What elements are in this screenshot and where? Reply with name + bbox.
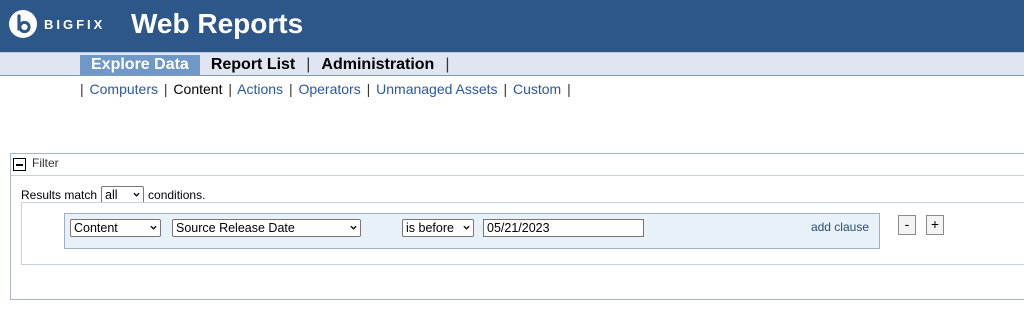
object-select-value: Content bbox=[74, 221, 118, 235]
add-clause-link[interactable]: add clause bbox=[811, 220, 869, 234]
subnav-custom[interactable]: Custom bbox=[513, 81, 561, 97]
logo-text: BIGFIX bbox=[44, 17, 106, 32]
subnav-content: Content bbox=[173, 81, 223, 97]
object-select[interactable]: Content bbox=[70, 219, 161, 237]
bigfix-logo-icon bbox=[9, 10, 37, 38]
menu-administration[interactable]: Administration bbox=[310, 55, 445, 75]
subnav-separator: | bbox=[366, 81, 371, 97]
property-select-value: Source Release Date bbox=[176, 221, 295, 235]
operator-select-value: is before bbox=[406, 221, 454, 235]
filter-panel: Filter Results match all conditions. Con… bbox=[10, 153, 1024, 300]
menu-explore-data[interactable]: Explore Data bbox=[80, 55, 200, 75]
date-value-text: 05/21/2023 bbox=[487, 221, 550, 235]
subnav-actions[interactable]: Actions bbox=[237, 81, 283, 97]
main-menu: Explore Data Report List | Administratio… bbox=[80, 55, 449, 75]
operator-select[interactable]: is before bbox=[402, 219, 474, 237]
app-header: BIGFIX Web Reports bbox=[0, 0, 1024, 52]
menu-separator: | bbox=[445, 56, 450, 73]
subnav-separator: | bbox=[163, 81, 168, 97]
conditions-box: Content Source Release Date is before 05… bbox=[21, 202, 1024, 265]
subnav-separator: | bbox=[80, 81, 84, 97]
collapse-icon[interactable] bbox=[13, 158, 26, 171]
app-title: Web Reports bbox=[131, 8, 304, 39]
menu-report-list[interactable]: Report List bbox=[200, 55, 306, 75]
conditions-label: conditions. bbox=[148, 188, 206, 202]
subnav-separator: | bbox=[567, 81, 571, 97]
add-clause-button[interactable]: + bbox=[926, 215, 944, 235]
filter-clause-row: Content Source Release Date is before 05… bbox=[64, 213, 880, 249]
main-menu-bar: Explore Data Report List | Administratio… bbox=[0, 52, 1024, 76]
date-value-input[interactable]: 05/21/2023 bbox=[483, 219, 644, 237]
chevron-down-icon bbox=[350, 225, 357, 230]
sub-navigation: | Computers | Content | Actions | Operat… bbox=[78, 80, 573, 98]
remove-clause-button[interactable]: - bbox=[898, 215, 916, 235]
property-select[interactable]: Source Release Date bbox=[172, 219, 361, 237]
subnav-separator: | bbox=[288, 81, 293, 97]
filter-title: Filter bbox=[32, 156, 59, 170]
chevron-down-icon bbox=[463, 225, 470, 230]
results-match-label: Results match bbox=[21, 188, 98, 202]
subnav-separator: | bbox=[228, 81, 232, 97]
filter-header: Filter bbox=[11, 154, 1024, 176]
chevron-down-icon bbox=[133, 192, 140, 197]
subnav-computers[interactable]: Computers bbox=[90, 81, 158, 97]
match-mode-value: all bbox=[105, 188, 118, 202]
chevron-down-icon bbox=[150, 225, 157, 230]
subnav-unmanaged-assets[interactable]: Unmanaged Assets bbox=[376, 81, 497, 97]
subnav-separator: | bbox=[503, 81, 508, 97]
subnav-operators[interactable]: Operators bbox=[298, 81, 360, 97]
